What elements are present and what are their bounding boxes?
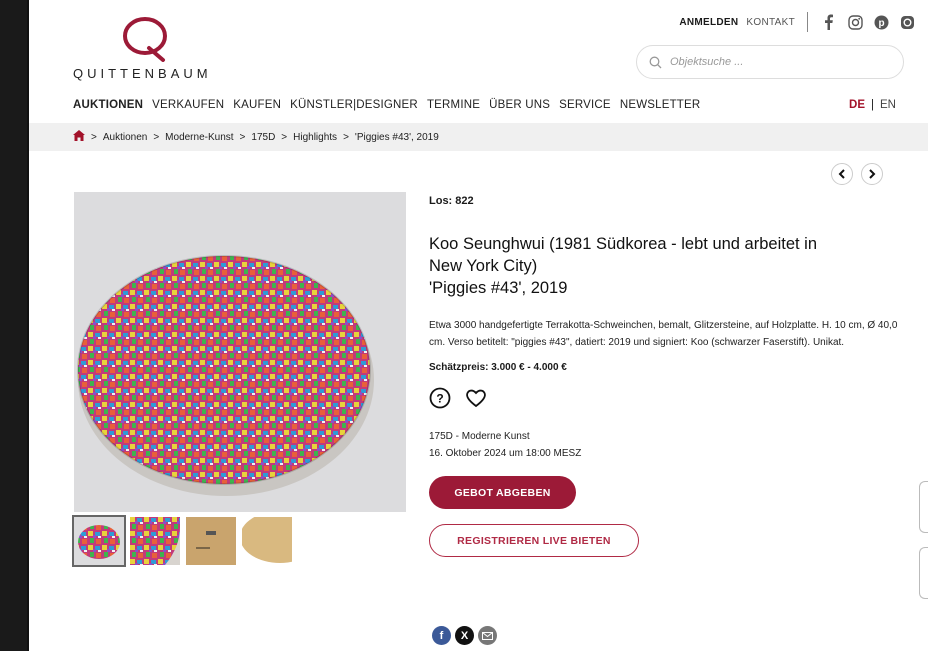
heart-icon[interactable] — [465, 388, 487, 413]
sale-date: 16. Oktober 2024 um 18:00 MESZ — [429, 448, 582, 459]
facebook-icon[interactable] — [820, 13, 838, 31]
nav-ueber-uns[interactable]: ÜBER UNS — [489, 99, 550, 111]
artwork-title: 'Piggies #43', 2019 — [429, 279, 568, 297]
artist-line-2: New York City) — [429, 257, 538, 275]
top-links: ANMELDEN KONTAKT p — [679, 12, 916, 32]
contact-link[interactable]: KONTAKT — [746, 17, 795, 28]
next-lot-button[interactable] — [861, 163, 883, 185]
email-share-icon[interactable] — [478, 626, 497, 645]
home-icon[interactable] — [73, 130, 85, 144]
nav-termine[interactable]: TERMINE — [427, 99, 480, 111]
lot-description: Etwa 3000 handgefertigte Terrakotta-Schw… — [429, 320, 898, 348]
logo-text: QUITTENBAUM — [73, 66, 212, 81]
breadcrumb-separator: > — [343, 131, 349, 143]
side-tab-2[interactable] — [919, 547, 928, 599]
lot-navigation — [831, 163, 883, 185]
register-live-bidding-button[interactable]: REGISTRIEREN LIVE BIETEN — [429, 524, 639, 557]
nav-verkaufen[interactable]: VERKAUFEN — [152, 99, 224, 111]
breadcrumb: > Auktionen > Moderne-Kunst > 175D > Hig… — [29, 123, 928, 151]
breadcrumb-separator: > — [239, 131, 246, 143]
place-bid-button[interactable]: GEBOT ABGEBEN — [429, 476, 576, 509]
share-buttons: f X — [432, 626, 497, 645]
lot-details: Los: 822 Koo Seunghwui (1981 Südkorea - … — [429, 195, 899, 557]
thumbnail-2[interactable] — [130, 517, 180, 565]
artwork-image[interactable] — [74, 192, 406, 512]
lang-de[interactable]: DE — [849, 99, 865, 111]
breadcrumb-auktionen[interactable]: Auktionen — [103, 132, 147, 143]
estimate-price: Schätzpreis: 3.000 € - 4.000 € — [429, 362, 567, 373]
divider — [807, 12, 808, 32]
lot-number: Los: 822 — [429, 195, 474, 207]
side-tab-1[interactable] — [919, 481, 928, 533]
language-switcher: DE | EN — [849, 99, 896, 111]
search-input[interactable] — [670, 56, 870, 68]
breadcrumb-175d[interactable]: 175D — [251, 132, 275, 143]
nav-kuenstler-designer[interactable]: KÜNSTLER|DESIGNER — [290, 99, 418, 111]
nav-auktionen[interactable]: AUKTIONEN — [73, 99, 143, 111]
breadcrumb-separator: > — [153, 131, 160, 143]
chevron-left-icon — [838, 169, 845, 179]
q-logo-icon — [123, 17, 167, 62]
breadcrumb-highlights[interactable]: Highlights — [293, 132, 337, 143]
thumbnail-strip — [72, 515, 292, 567]
artist-and-title: Koo Seunghwui (1981 Südkorea - lebt und … — [429, 233, 899, 299]
thumbnail-1[interactable] — [72, 515, 126, 567]
breadcrumb-current: 'Piggies #43', 2019 — [354, 131, 439, 143]
nav-kaufen[interactable]: KAUFEN — [233, 99, 281, 111]
previous-lot-button[interactable] — [831, 163, 853, 185]
quittenbaum-logo[interactable]: QUITTENBAUM — [73, 14, 233, 84]
svg-text:?: ? — [436, 392, 443, 406]
lang-en[interactable]: EN — [880, 99, 896, 111]
lot-actions: ? — [429, 387, 899, 414]
sale-info: 175D - Moderne Kunst 16. Oktober 2024 um… — [429, 428, 899, 462]
lang-separator: | — [871, 99, 875, 111]
login-link[interactable]: ANMELDEN — [679, 17, 738, 28]
main-nav: AUKTIONEN VERKAUFEN KAUFEN KÜNSTLER|DESI… — [73, 99, 700, 111]
sale-name: 175D - Moderne Kunst — [429, 431, 530, 442]
other-social-icon[interactable] — [898, 13, 916, 31]
chevron-right-icon — [869, 169, 876, 179]
facebook-share-icon[interactable]: f — [432, 626, 451, 645]
side-tabs — [919, 481, 928, 613]
svg-text:p: p — [878, 18, 884, 29]
question-icon[interactable]: ? — [429, 387, 451, 414]
pinterest-icon[interactable]: p — [872, 13, 890, 31]
thumbnail-4[interactable] — [242, 517, 292, 565]
artist-line-1: Koo Seunghwui (1981 Südkorea - lebt und … — [429, 235, 818, 253]
instagram-icon[interactable] — [846, 13, 864, 31]
x-share-icon[interactable]: X — [455, 626, 474, 645]
breadcrumb-moderne-kunst[interactable]: Moderne-Kunst — [165, 132, 233, 143]
breadcrumb-separator: > — [91, 131, 97, 143]
thumbnail-3[interactable] — [186, 517, 236, 565]
page: QUITTENBAUM ANMELDEN KONTAKT p AUKTIONEN… — [27, 0, 928, 651]
search-icon — [649, 56, 662, 68]
search-box[interactable] — [636, 45, 904, 79]
breadcrumb-separator: > — [281, 131, 288, 143]
nav-service[interactable]: SERVICE — [559, 99, 611, 111]
nav-newsletter[interactable]: NEWSLETTER — [620, 99, 701, 111]
